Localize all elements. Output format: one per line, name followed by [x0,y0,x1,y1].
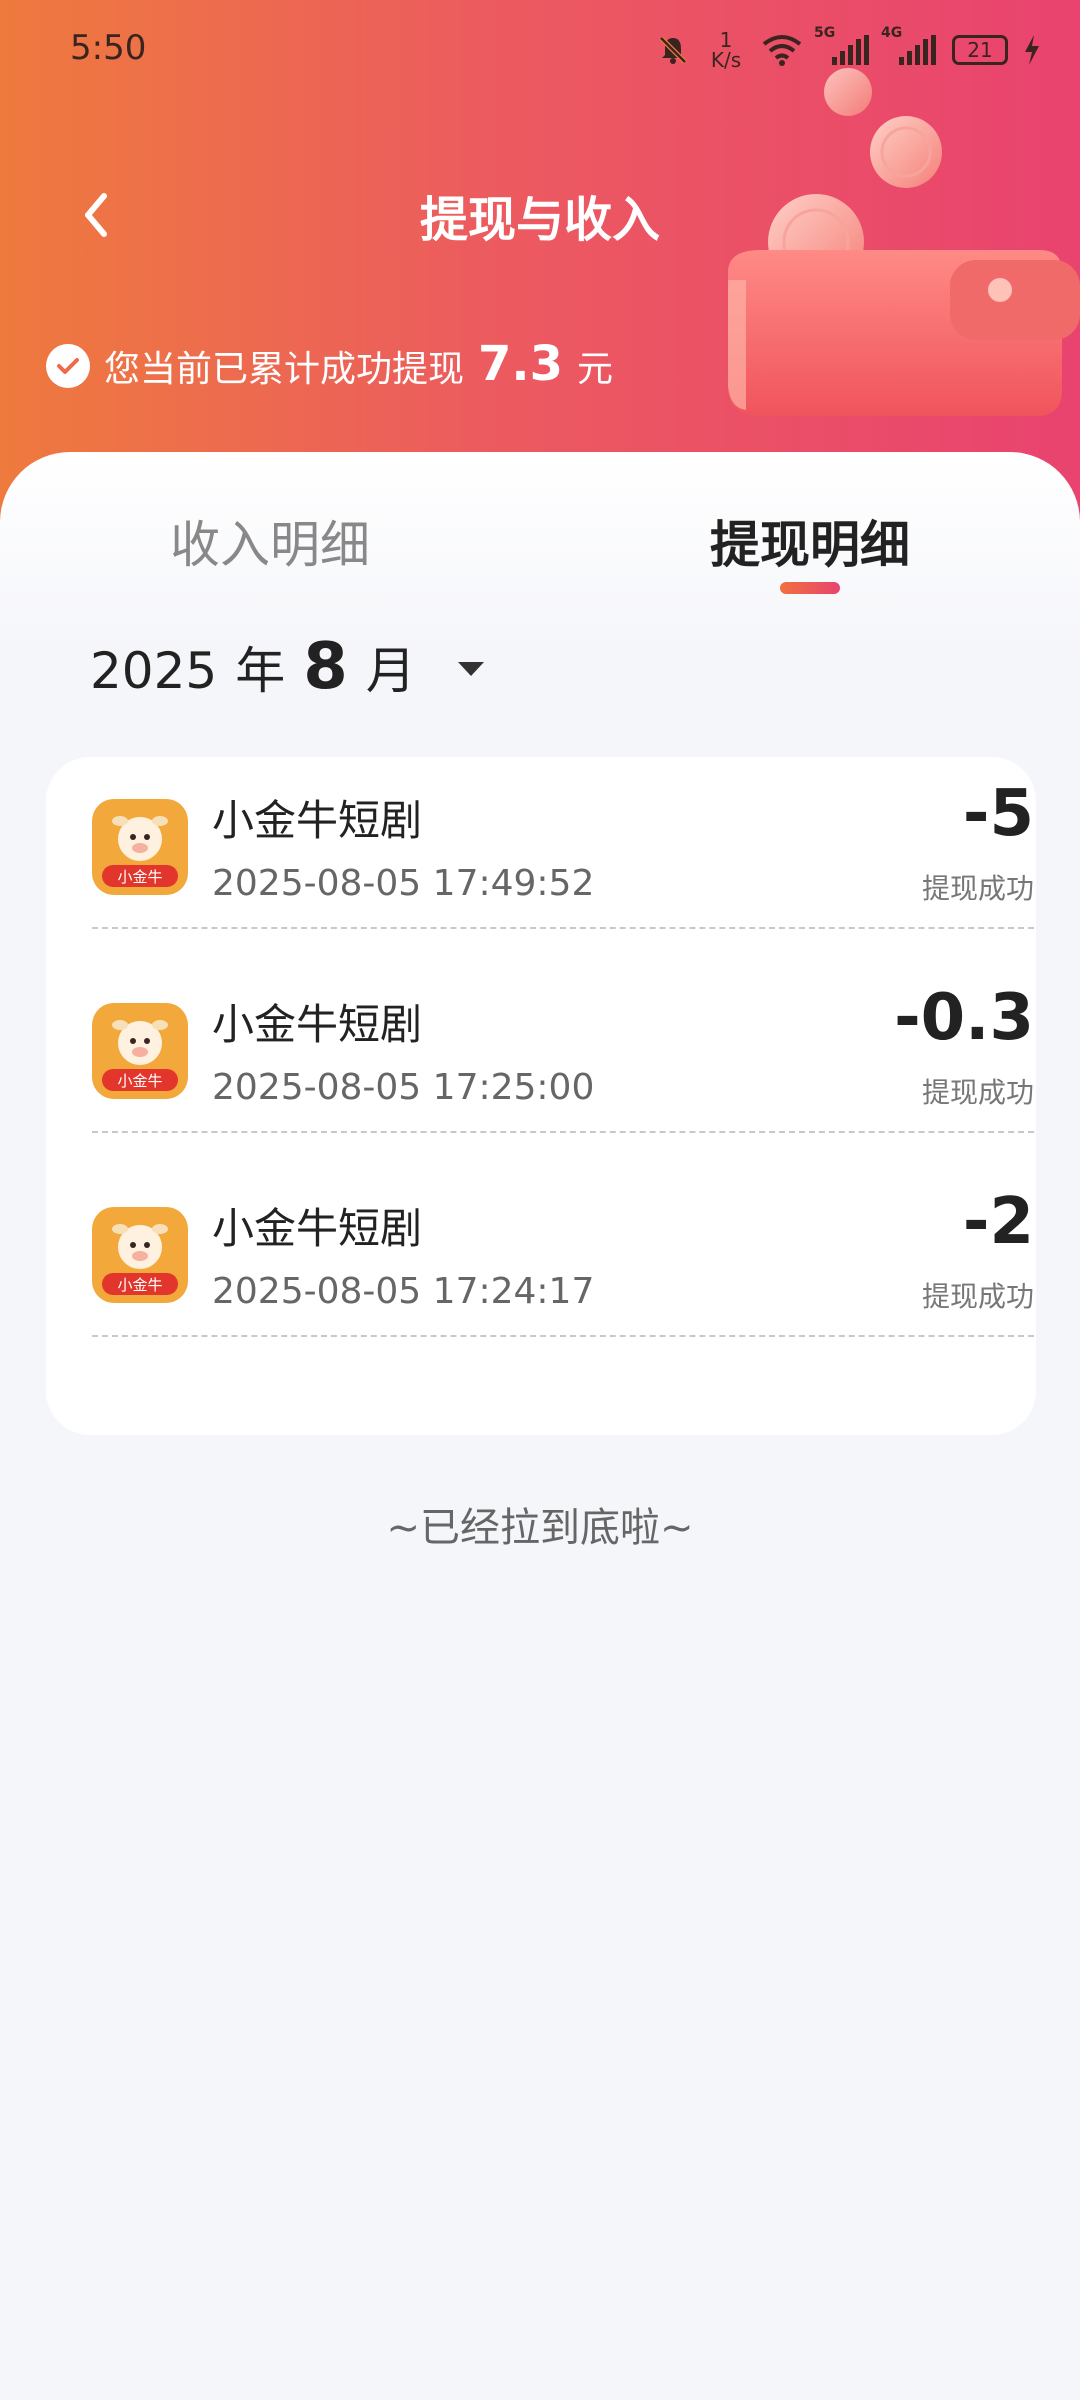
caret-down-icon [457,662,484,676]
summary-amount: 7.3 [478,336,564,392]
withdraw-summary: 您当前已累计成功提现 7.3 元 [46,336,614,394]
summary-prefix: 您当前已累计成功提现 [104,349,465,390]
summary-unit: 元 [577,349,614,390]
record-status: 提现成功 [921,872,1034,905]
app-icon: 小金牛 [92,799,188,895]
month-picker[interactable]: 2025 年 8 月 [90,630,486,704]
record-time: 2025-08-05 17:24:17 [212,1271,595,1312]
record-time: 2025-08-05 17:49:52 [212,863,595,904]
month-unit: 月 [365,642,416,700]
record-name: 小金牛短剧 [212,1204,423,1253]
record-amount: -0.3 [894,981,1034,1055]
record-row[interactable]: 小金牛 小金牛短剧 2025-08-05 17:24:17 -2 提现成功 [92,1165,1034,1369]
app-icon: 小金牛 [92,1003,188,1099]
month-value: 8 [303,630,348,704]
record-row[interactable]: 小金牛 小金牛短剧 2025-08-05 17:25:00 -0.3 提现成功 [92,961,1034,1165]
record-time: 2025-08-05 17:25:00 [212,1067,595,1108]
net-speed-value: 1 [719,28,733,52]
bell-muted-icon [659,36,687,64]
sim2-label: 4G [881,25,903,41]
app-icon-text: 小金牛 [117,1072,162,1090]
check-circle-icon [46,344,90,388]
app-icon-text: 小金牛 [117,1276,162,1294]
record-row[interactable]: 小金牛 小金牛短剧 2025-08-05 17:49:52 -5 提现成功 [92,757,1034,961]
end-of-list-note: ~已经拉到底啦~ [386,1505,694,1551]
record-status: 提现成功 [921,1280,1034,1313]
tab-income-details[interactable]: 收入明细 [120,505,420,577]
wallet-coins-illustration [728,68,1080,416]
status-time: 5:50 [70,28,147,68]
dashed-divider [92,1131,1034,1133]
record-amount: -5 [962,777,1034,851]
record-name: 小金牛短剧 [212,796,423,845]
app-icon-text: 小金牛 [117,868,162,886]
record-amount: -2 [962,1185,1034,1259]
active-tab-indicator [780,582,840,594]
app-icon: 小金牛 [92,1207,188,1303]
header-banner: 5:50 1 K/s 5G 4G 21 提现与收入 您当前已累计成功提现 7.3… [0,0,1080,520]
record-name: 小金牛短剧 [212,1000,423,1049]
dashed-divider [92,927,1034,929]
year-unit: 年 [235,642,286,700]
dashed-divider [92,1335,1034,1337]
tab-withdraw-details[interactable]: 提现明细 [660,505,960,577]
record-status: 提现成功 [921,1076,1034,1109]
sim1-label: 5G [814,25,836,41]
withdraw-records-card: 小金牛 小金牛短剧 2025-08-05 17:49:52 -5 提现成功 小金… [46,757,1036,1435]
year-value: 2025 [90,642,218,700]
